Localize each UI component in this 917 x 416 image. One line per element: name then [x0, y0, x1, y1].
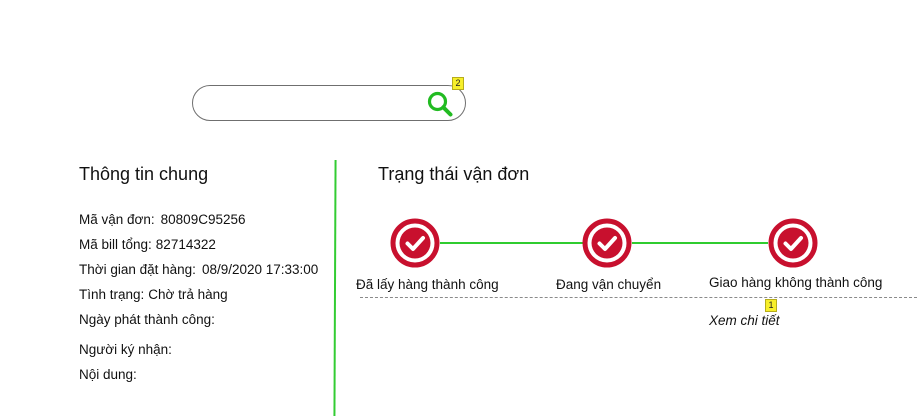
tracking-search-input[interactable]: [207, 92, 421, 116]
search-icon: [427, 91, 453, 117]
check-circle-icon: [768, 218, 818, 268]
shipment-status-title: Trạng thái vận đơn: [378, 164, 530, 184]
section-divider: [333, 160, 337, 416]
search-button[interactable]: [426, 90, 454, 118]
check-circle-icon: [582, 218, 632, 268]
progress-connector: [440, 242, 583, 244]
info-label: Người ký nhận:: [79, 342, 172, 357]
info-row-content: Nội dung:: [79, 367, 141, 382]
annotation-tag-detail: 1: [765, 299, 777, 312]
info-label: Nội dung:: [79, 367, 137, 382]
info-row-tracking-code: Mã vận đơn: 80809C95256: [79, 212, 246, 227]
info-row-order-time: Thời gian đặt hàng: 08/9/2020 17:33:00: [79, 262, 318, 277]
info-row-recipient: Người ký nhận:: [79, 342, 176, 357]
info-row-master-bill: Mã bill tổng: 82714322: [79, 237, 216, 252]
step-label-in-transit: Đang vận chuyển: [556, 277, 662, 292]
info-row-status: Tình trạng: Chờ trả hàng: [79, 287, 228, 302]
step-label-delivery-failed: Giao hàng không thành công: [709, 275, 883, 290]
general-info-title: Thông tin chung: [79, 164, 209, 184]
info-value: 82714322: [155, 237, 216, 252]
check-circle-icon: [390, 218, 440, 268]
info-value: 80809C95256: [160, 212, 246, 227]
info-label: Tình trạng:: [79, 287, 145, 302]
info-row-delivered-date: Ngày phát thành công:: [79, 312, 219, 327]
progress-connector: [632, 242, 768, 244]
info-label: Thời gian đặt hàng:: [79, 262, 196, 277]
status-divider: [360, 297, 917, 298]
info-value: Chờ trả hàng: [148, 287, 228, 302]
info-label: Mã bill tổng:: [79, 237, 152, 252]
tracking-search-box: [192, 85, 466, 121]
info-label: Ngày phát thành công:: [79, 312, 215, 327]
annotation-tag-search: 2: [452, 77, 464, 90]
step-label-picked-up: Đã lấy hàng thành công: [356, 277, 499, 292]
view-details-link[interactable]: Xem chi tiết: [709, 313, 780, 328]
info-value: 08/9/2020 17:33:00: [201, 262, 319, 277]
info-label: Mã vận đơn:: [79, 212, 155, 227]
